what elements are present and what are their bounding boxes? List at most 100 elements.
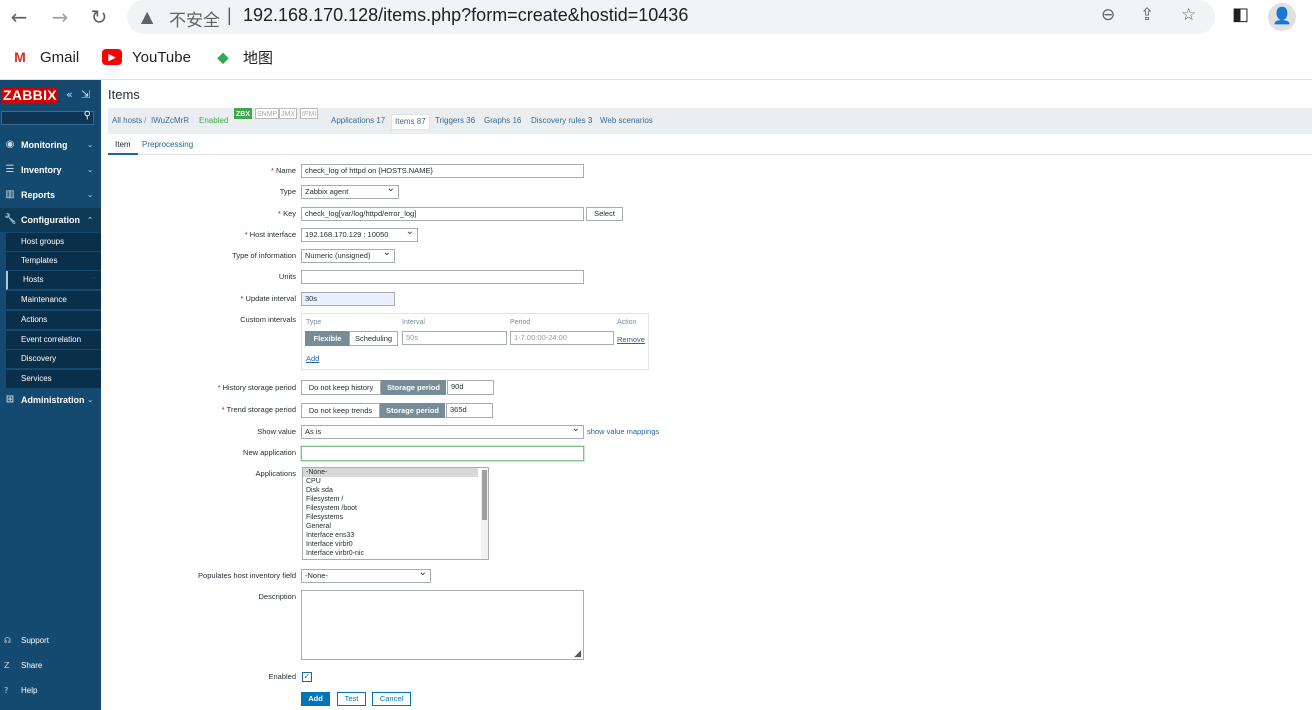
key-input[interactable]: check_log[var/log/httpd/error_log] xyxy=(301,207,584,221)
key-select-button[interactable]: Select xyxy=(586,207,623,221)
trend-value-input[interactable]: 365d xyxy=(446,403,493,418)
submenu-label: Actions xyxy=(21,315,48,324)
tab-discovery-rules[interactable]: Discovery rules 3 xyxy=(531,108,592,134)
bookmark-maps[interactable]: ◆ 地图 xyxy=(213,46,273,68)
menu-configuration[interactable]: 🔧 Configuration ⌃ xyxy=(0,208,101,232)
app-option[interactable]: Filesystem / xyxy=(303,495,488,504)
submenu-label: Discovery xyxy=(21,354,57,363)
app-option[interactable]: Filesystem /boot xyxy=(303,504,488,513)
applications-listbox[interactable]: -None- CPU Disk sda Filesystem / Filesys… xyxy=(302,467,489,560)
reload-icon[interactable]: ↻ xyxy=(85,4,113,30)
menu-administration[interactable]: ⊞ Administration ⌄ xyxy=(0,388,101,412)
address-bar[interactable]: ▲ 不安全 | 192.168.170.128/items.php?form=c… xyxy=(127,0,1215,34)
breadcrumb-host[interactable]: IWuZcMrR xyxy=(151,108,189,134)
star-icon[interactable]: ☆ xyxy=(1181,5,1196,25)
ci-interval-input[interactable]: 50s xyxy=(402,331,507,345)
resize-grip-icon[interactable]: ◢ xyxy=(574,649,581,659)
host-navigation-bar: All hosts / IWuZcMrR Enabled ZBX SNMP JM… xyxy=(108,108,1312,134)
history-value-input[interactable]: 90d xyxy=(447,380,494,395)
bookmark-gmail[interactable]: M Gmail xyxy=(10,46,79,68)
footer-support[interactable]: ☊ Support xyxy=(0,632,101,650)
description-textarea[interactable]: ◢ xyxy=(301,590,584,660)
app-option[interactable]: Interface virbr0-nic xyxy=(303,549,488,558)
scrollbar-thumb[interactable] xyxy=(482,470,487,520)
ci-header-action: Action xyxy=(617,319,637,326)
test-button[interactable]: Test xyxy=(337,692,366,706)
ci-flexible-toggle[interactable]: Flexible xyxy=(305,331,350,346)
ci-add-link[interactable]: Add xyxy=(306,353,319,365)
tab-applications[interactable]: Applications 17 xyxy=(331,108,385,134)
history-storage-toggle[interactable]: Storage period xyxy=(381,380,446,395)
share-z-icon: Z xyxy=(4,661,10,670)
trend-storage-toggle[interactable]: Storage period xyxy=(380,403,445,418)
type-select[interactable]: Zabbix agent xyxy=(301,185,399,199)
ci-period-input[interactable]: 1-7,00:00-24:00 xyxy=(510,331,614,345)
url-text[interactable]: 192.168.170.128/items.php?form=create&ho… xyxy=(243,5,688,26)
app-option[interactable]: Interface ens33 xyxy=(303,531,488,540)
submenu-discovery[interactable]: Discovery xyxy=(6,350,101,369)
form-tabs: Item Preprocessing xyxy=(108,136,1312,155)
zabbix-logo[interactable]: ZABBIX xyxy=(2,87,58,104)
ci-header-interval: Interval xyxy=(402,319,425,326)
submenu-label: Services xyxy=(21,374,52,383)
app-option[interactable]: Interface virbr0 xyxy=(303,540,488,549)
zoom-icon[interactable]: ⊖ xyxy=(1101,5,1115,25)
tab-items[interactable]: Items 87 xyxy=(391,114,430,130)
breadcrumb-all-hosts[interactable]: All hosts xyxy=(112,108,142,134)
app-option[interactable]: CPU xyxy=(303,477,488,486)
submenu-services[interactable]: Services xyxy=(6,370,101,389)
submenu-hosts[interactable]: Hosts xyxy=(6,268,101,290)
description-label: Description xyxy=(258,592,296,601)
tab-preprocessing[interactable]: Preprocessing xyxy=(142,138,193,155)
cancel-button[interactable]: Cancel xyxy=(372,692,411,706)
tab-graphs[interactable]: Graphs 16 xyxy=(484,108,521,134)
submenu-templates[interactable]: Templates xyxy=(6,252,101,271)
ci-scheduling-toggle[interactable]: Scheduling xyxy=(349,331,398,346)
host-interface-select[interactable]: 192.168.170.129 : 10050 xyxy=(301,228,418,242)
show-value-mappings-link[interactable]: show value mappings xyxy=(587,426,659,438)
submenu-actions[interactable]: Actions xyxy=(6,311,101,330)
applications-scrollbar[interactable] xyxy=(481,468,488,559)
tab-item[interactable]: Item xyxy=(108,138,138,155)
app-option[interactable]: -None- xyxy=(303,468,478,477)
footer-share[interactable]: Z Share xyxy=(0,657,101,675)
kiosk-icon[interactable]: ⇲ xyxy=(81,88,90,101)
collapse-icon[interactable]: « xyxy=(66,88,73,101)
profile-avatar-icon[interactable]: 👤 xyxy=(1268,3,1296,31)
back-arrow-icon[interactable]: ← xyxy=(5,4,33,30)
history-no-keep-toggle[interactable]: Do not keep history xyxy=(301,380,381,395)
inventory-select[interactable]: -None- xyxy=(301,569,431,583)
ci-remove-link[interactable]: Remove xyxy=(617,334,645,346)
tab-web-scenarios[interactable]: Web scenarios xyxy=(600,108,653,134)
submenu-host-groups[interactable]: Host groups xyxy=(6,233,101,252)
menu-reports[interactable]: ▥ Reports ⌄ xyxy=(0,183,101,207)
update-interval-input[interactable]: 30s xyxy=(301,292,395,306)
bar-chart-icon: ▥ xyxy=(5,189,15,200)
host-status[interactable]: Enabled xyxy=(199,108,228,134)
submenu-event-correlation[interactable]: Event correlation xyxy=(6,331,101,350)
bookmark-youtube[interactable]: ▶ YouTube xyxy=(102,46,191,68)
share-icon[interactable]: ⇪ xyxy=(1140,5,1154,25)
history-label: * History storage period xyxy=(217,383,296,392)
app-option[interactable]: Filesystems xyxy=(303,513,488,522)
tab-triggers[interactable]: Triggers 36 xyxy=(435,108,475,134)
trend-no-keep-toggle[interactable]: Do not keep trends xyxy=(301,403,380,418)
app-option[interactable]: Disk sda xyxy=(303,486,488,495)
type-info-select[interactable]: Numeric (unsigned) xyxy=(301,249,395,263)
app-option[interactable]: General xyxy=(303,522,488,531)
menu-inventory[interactable]: ☰ Inventory ⌄ xyxy=(0,158,101,182)
sidepanel-icon[interactable]: ◧ xyxy=(1232,4,1249,25)
browser-chrome: ← → ↻ ▲ 不安全 | 192.168.170.128/items.php?… xyxy=(0,0,1312,80)
add-button[interactable]: Add xyxy=(301,692,330,706)
sidebar-search-input[interactable]: ⚲ xyxy=(1,110,94,125)
footer-help[interactable]: ? Help xyxy=(0,682,101,700)
name-input[interactable]: check_log of httpd on {HOSTS.NAME} xyxy=(301,164,584,178)
units-input[interactable] xyxy=(301,270,584,284)
forward-arrow-icon[interactable]: → xyxy=(46,4,74,30)
enabled-checkbox[interactable]: ✓ xyxy=(302,672,312,682)
new-application-input[interactable] xyxy=(301,446,584,461)
address-separator: | xyxy=(227,5,232,25)
show-value-select[interactable]: As is xyxy=(301,425,584,439)
menu-monitoring[interactable]: ◉ Monitoring ⌄ xyxy=(0,133,101,157)
submenu-maintenance[interactable]: Maintenance xyxy=(6,291,101,310)
